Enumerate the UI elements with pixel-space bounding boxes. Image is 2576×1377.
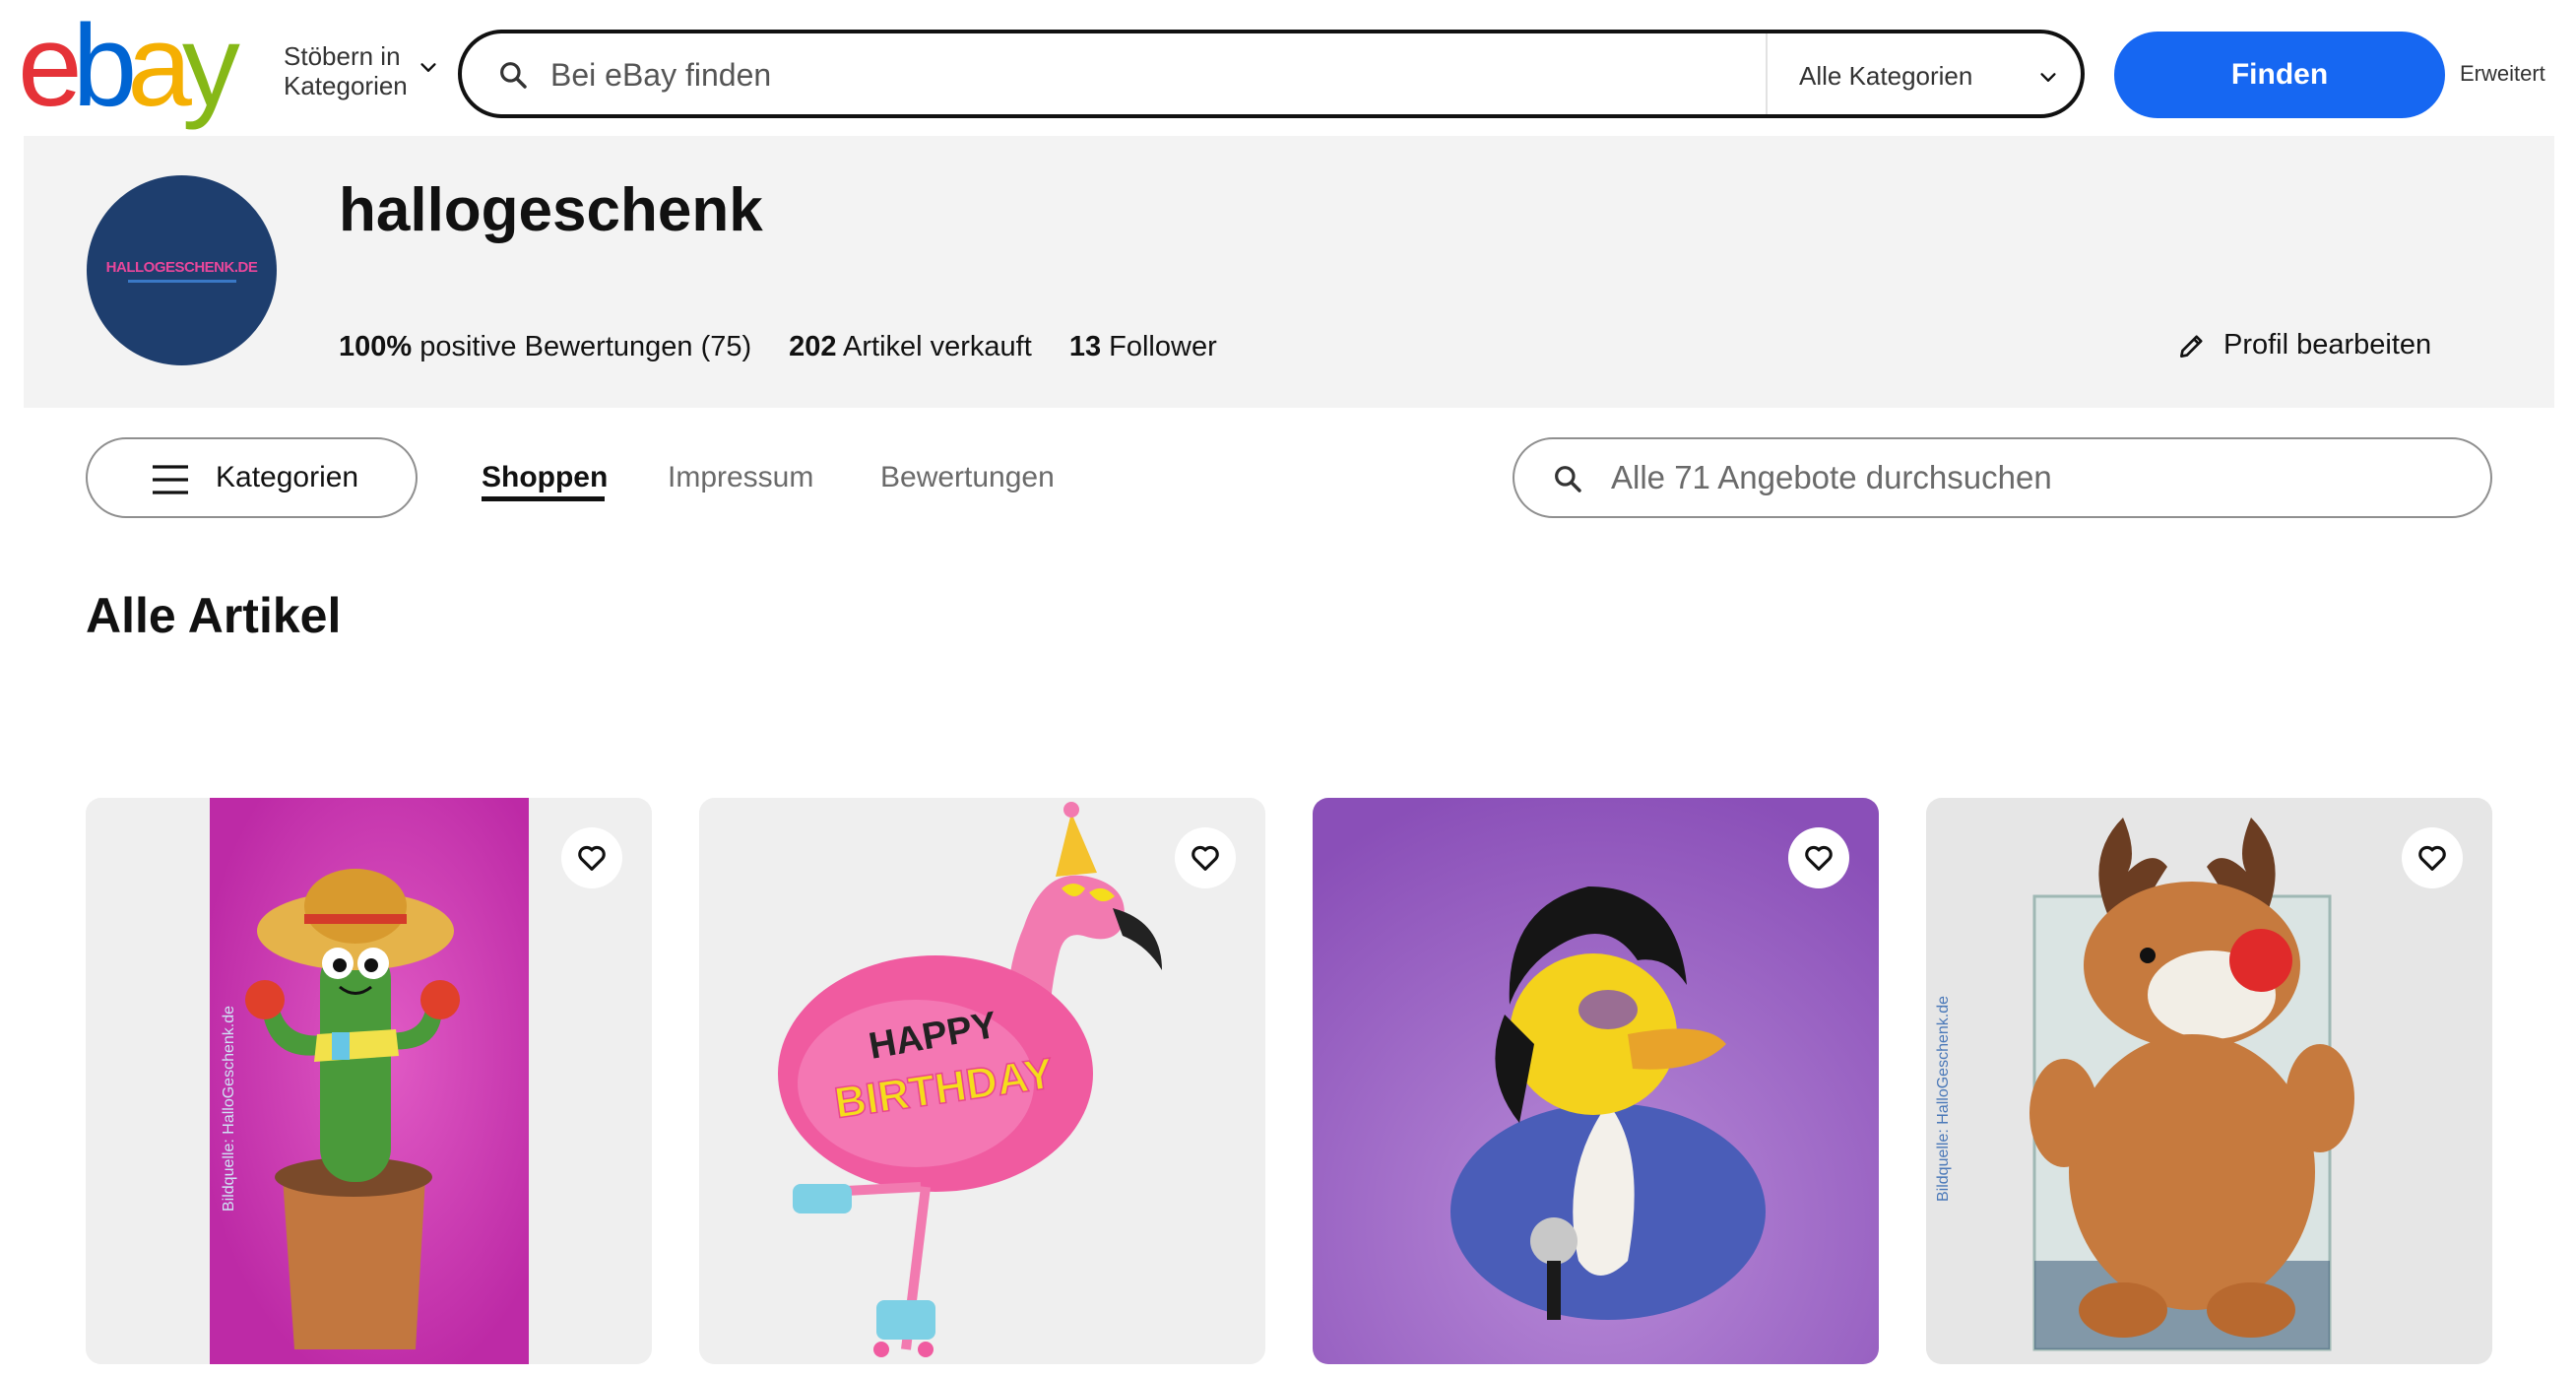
heart-icon (578, 845, 606, 871)
logo-letter-b: b (72, 1, 138, 131)
store-name: hallogeschenk (339, 176, 763, 244)
add-to-watchlist-button[interactable] (561, 827, 622, 888)
chevron-down-icon[interactable] (418, 57, 439, 79)
heart-icon (1805, 845, 1833, 871)
section-title: Alle Artikel (86, 588, 342, 643)
category-select[interactable]: Alle Kategorien (1799, 61, 1972, 92)
tab-bewertungen[interactable]: Bewertungen (880, 461, 1055, 494)
active-tab-indicator (482, 496, 605, 501)
edit-profile-button[interactable]: Profil bearbeiten (2176, 329, 2431, 361)
product-card[interactable]: Bildquelle: HalloGeschenk.de (1926, 798, 2492, 1364)
items-sold-count: 202 (789, 331, 837, 362)
categories-menu-button[interactable]: Kategorien (86, 437, 418, 518)
product-image-flamingo[interactable]: HAPPY BIRTHDAY (699, 798, 1265, 1364)
logo-letter-y: y (181, 1, 240, 131)
edit-profile-label: Profil bearbeiten (2223, 329, 2432, 361)
browse-label-line2: Kategorien (284, 71, 408, 100)
chevron-down-icon[interactable] (2037, 67, 2059, 89)
find-button[interactable]: Finden (2114, 32, 2445, 118)
hamburger-menu-icon (153, 465, 188, 494)
followers-label: Follower (1109, 331, 1217, 362)
items-sold-stat: 202 Artikel verkauft (789, 331, 1032, 363)
positive-feedback-pct: 100% (339, 331, 413, 362)
site-header: e b a y Stöbern in Kategorien Bei eBay f… (0, 0, 2576, 136)
browse-label-line1: Stöbern in (284, 41, 401, 71)
store-banner: HALLOGESCHENK.DE hallogeschenk 100% posi… (24, 136, 2554, 408)
product-image-cactus[interactable]: Bildquelle: HalloGeschenk.de (86, 798, 652, 1364)
search-divider (1766, 33, 1768, 114)
add-to-watchlist-button[interactable] (1175, 827, 1236, 888)
store-search-input[interactable]: Alle 71 Angebote durchsuchen (1611, 459, 2052, 496)
search-icon (1555, 466, 1581, 492)
store-search-bar[interactable]: Alle 71 Angebote durchsuchen (1513, 437, 2492, 518)
svg-text:Bildquelle: HalloGeschenk.de: Bildquelle: HalloGeschenk.de (221, 1006, 237, 1212)
pencil-icon (2180, 334, 2203, 358)
avatar-logo-underline (127, 279, 236, 283)
global-search-bar[interactable]: Bei eBay finden Alle Kategorien (458, 30, 2085, 118)
avatar-logo-text: HALLOGESCHENK.DE (105, 258, 258, 276)
logo-letter-a: a (127, 1, 192, 131)
followers-count: 13 (1068, 331, 1102, 362)
add-to-watchlist-button[interactable] (2402, 827, 2463, 888)
product-card[interactable] (1313, 798, 1879, 1364)
store-stats: 100% positive Bewertungen (75) 202 Artik… (339, 331, 1217, 363)
followers-stat[interactable]: 13 Follower (1069, 331, 1217, 363)
svg-text:Bildquelle: HalloGeschenk.de: Bildquelle: HalloGeschenk.de (1935, 996, 1952, 1202)
search-icon (500, 62, 527, 89)
search-input[interactable]: Bei eBay finden (550, 57, 771, 94)
add-to-watchlist-button[interactable] (1788, 827, 1849, 888)
heart-icon (2418, 845, 2446, 871)
product-card[interactable]: HAPPY BIRTHDAY (699, 798, 1265, 1364)
product-image-rubber-duck[interactable] (1313, 798, 1879, 1364)
advanced-search-link[interactable]: Erweitert (2460, 61, 2545, 87)
positive-feedback-stat[interactable]: 100% positive Bewertungen (75) (339, 331, 751, 363)
ebay-logo[interactable]: e b a y (18, 8, 240, 124)
heart-icon (1191, 845, 1219, 871)
positive-feedback-label: positive Bewertungen (75) (419, 331, 752, 362)
product-card[interactable]: Bildquelle: HalloGeschenk.de (86, 798, 652, 1364)
categories-menu-label: Kategorien (216, 461, 359, 493)
product-image-reindeer[interactable]: Bildquelle: HalloGeschenk.de (1926, 798, 2492, 1364)
store-avatar[interactable]: HALLOGESCHENK.DE (87, 175, 277, 365)
items-sold-label: Artikel verkauft (843, 331, 1032, 362)
browse-categories-button[interactable]: Stöbern in Kategorien (284, 41, 408, 100)
tab-impressum[interactable]: Impressum (668, 461, 813, 494)
tab-shoppen[interactable]: Shoppen (482, 461, 608, 494)
logo-letter-e: e (18, 1, 83, 131)
